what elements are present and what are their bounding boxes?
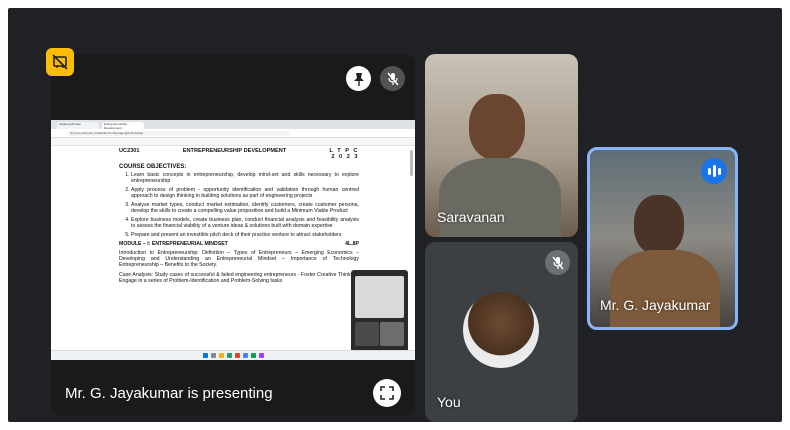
module-title: MODULE – I: ENTREPRENEURIAL MINDSET xyxy=(119,240,228,247)
presentation-tile[interactable]: subject-pdf-view Entrepreneurship Develo… xyxy=(51,54,415,416)
app-icon xyxy=(226,353,232,358)
shared-screen: subject-pdf-view Entrepreneurship Develo… xyxy=(51,120,415,360)
participant-tile-saravanan[interactable]: Saravanan xyxy=(425,54,578,237)
speaking-icon xyxy=(701,158,727,184)
folder-icon xyxy=(218,353,224,358)
participant-video xyxy=(469,94,525,160)
meeting-stage: subject-pdf-view Entrepreneurship Develo… xyxy=(8,8,782,422)
participant-tile-jayakumar[interactable]: Mr. G. Jayakumar xyxy=(587,147,738,330)
objective-item: Apply process of problem - opportunity i… xyxy=(131,187,359,200)
windows-taskbar xyxy=(51,350,415,360)
avatar xyxy=(463,292,539,368)
participant-video-body xyxy=(610,250,720,327)
objective-item: Learn basic concepts in entrepreneurship… xyxy=(131,172,359,185)
presentation-off-icon[interactable] xyxy=(46,48,74,76)
presenter-label: Mr. G. Jayakumar is presenting xyxy=(65,385,273,402)
course-header: UC2301 ENTREPRENEURSHIP DEVELOPMENT L T … xyxy=(119,148,359,161)
module-heading: MODULE – I: ENTREPRENEURIAL MINDSET 4L,8… xyxy=(119,241,359,247)
participant-video-body xyxy=(439,158,561,237)
url-text: chrome-extension://efaidnbmnnnibpcajpcgl… xyxy=(67,130,290,136)
participant-tile-you[interactable]: You xyxy=(425,242,578,422)
app-icon xyxy=(250,353,256,358)
address-bar: chrome-extension://efaidnbmnnnibpcajpcgl… xyxy=(51,129,415,138)
participant-video xyxy=(634,195,684,255)
pin-icon[interactable] xyxy=(346,66,371,91)
mini-meeting-window xyxy=(351,270,408,360)
fullscreen-icon[interactable] xyxy=(373,379,401,407)
objectives-list: Learn basic concepts in entrepreneurship… xyxy=(119,172,359,238)
ltpc-values: 2 0 2 3 xyxy=(331,154,359,161)
participant-name: Mr. G. Jayakumar xyxy=(600,297,711,313)
browser-tab-active: Entrepreneurship Development xyxy=(102,122,144,129)
app-icon xyxy=(234,353,240,358)
app-icon xyxy=(258,353,264,358)
chrome-icon xyxy=(242,353,248,358)
start-icon xyxy=(202,353,208,358)
mini-tile xyxy=(380,322,404,346)
ltpc-header: L T P C xyxy=(329,148,359,154)
syllabus-document: UC2301 ENTREPRENEURSHIP DEVELOPMENT L T … xyxy=(119,148,359,284)
participant-name: Saravanan xyxy=(437,209,505,225)
mini-tile xyxy=(355,322,379,346)
search-icon xyxy=(210,353,216,358)
browser-tab: subject-pdf-view xyxy=(57,122,99,129)
scrollbar[interactable] xyxy=(410,150,413,176)
intro-paragraph: Introduction to Entrepreneurship: Defini… xyxy=(119,249,359,269)
ltpc: L T P C 2 0 2 3 xyxy=(329,148,359,161)
participant-name: You xyxy=(437,394,461,410)
mic-off-icon xyxy=(545,250,570,275)
objective-item: Explore business models, create business… xyxy=(131,217,359,230)
course-code: UC2301 xyxy=(119,148,140,154)
objectives-heading: COURSE OBJECTIVES: xyxy=(119,163,187,170)
objective-item: Analyse market types, conduct market est… xyxy=(131,202,359,215)
case-paragraph: Case Analysis: Study cases of successful… xyxy=(119,271,359,284)
pdf-toolbar xyxy=(51,138,415,146)
browser-tab-strip: subject-pdf-view Entrepreneurship Develo… xyxy=(51,120,415,129)
module-hours: 4L,8P xyxy=(345,240,359,247)
mic-off-icon xyxy=(380,66,405,91)
objective-item: Prepare and present an investible pitch … xyxy=(131,232,359,238)
mini-tile xyxy=(355,276,404,318)
course-title: ENTREPRENEURSHIP DEVELOPMENT xyxy=(182,148,287,154)
